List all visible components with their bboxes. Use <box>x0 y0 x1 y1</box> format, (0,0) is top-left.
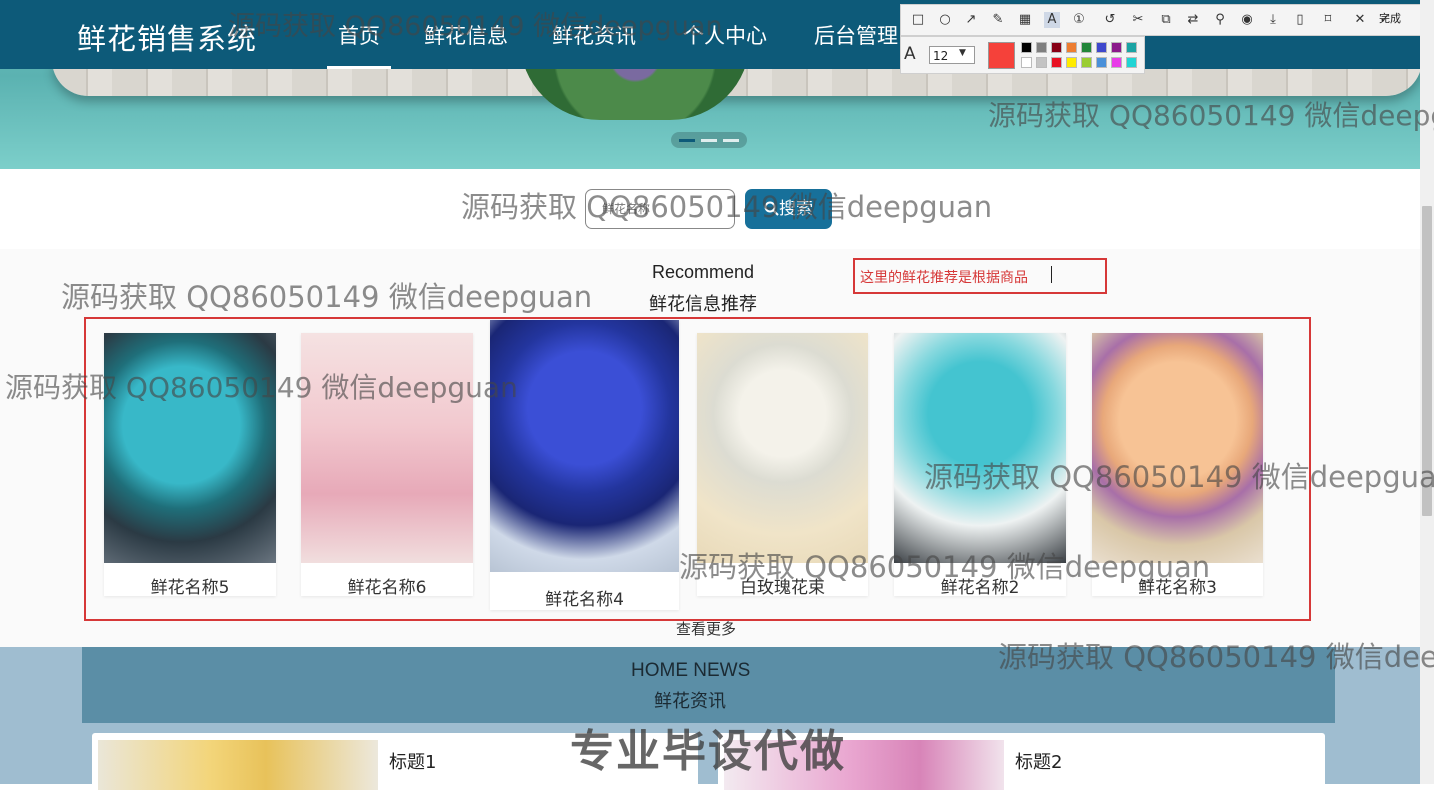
nav-item-home[interactable]: 首页 <box>338 20 380 50</box>
palette-color-swatch[interactable] <box>1036 42 1047 53</box>
nav-item-admin[interactable]: 后台管理 <box>814 20 898 50</box>
long-screenshot-icon[interactable]: ▯ <box>1292 12 1308 28</box>
recommend-title-cn: 鲜花信息推荐 <box>649 294 757 315</box>
cut-icon[interactable]: ✂ <box>1130 12 1146 28</box>
nav-item-personal-center[interactable]: 个人中心 <box>683 20 767 50</box>
palette-color-swatch[interactable] <box>1021 42 1032 53</box>
palette-color-swatch[interactable] <box>1051 57 1062 68</box>
view-more-link[interactable]: 查看更多 <box>676 618 736 639</box>
news-title-en: HOME NEWS <box>631 660 751 681</box>
font-size-select[interactable]: 12 <box>929 46 975 64</box>
pin-icon[interactable]: ⚲ <box>1212 12 1228 28</box>
ellipse-icon[interactable]: ○ <box>937 12 953 28</box>
news-title-cn: 鲜花资讯 <box>654 691 726 712</box>
number-icon[interactable]: ① <box>1071 12 1087 28</box>
palette-color-swatch[interactable] <box>1126 42 1137 53</box>
record-icon[interactable]: ◉ <box>1239 12 1255 28</box>
palette-color-swatch[interactable] <box>1126 57 1137 68</box>
bookmark-icon[interactable]: ⌑ <box>1320 12 1336 28</box>
recommend-title-en: Recommend <box>652 262 755 282</box>
rectangle-icon[interactable]: □ <box>910 12 926 28</box>
annotation-rectangle <box>84 317 1311 621</box>
palette-color-swatch[interactable] <box>1096 42 1107 53</box>
scrollbar-thumb[interactable] <box>1422 206 1432 516</box>
palette-color-swatch[interactable] <box>1021 57 1032 68</box>
translate-icon[interactable]: ⇄ <box>1185 12 1201 28</box>
palette-color-swatch[interactable] <box>1111 42 1122 53</box>
site-brand[interactable]: 鲜花销售系统 <box>77 16 257 58</box>
carousel-dot-1[interactable] <box>679 139 695 142</box>
search-button-label: 搜索 <box>779 199 813 219</box>
palette-color-swatch[interactable] <box>1081 57 1092 68</box>
undo-icon[interactable]: ↺ <box>1102 12 1118 28</box>
current-color-swatch[interactable] <box>988 42 1015 69</box>
font-size-icon: A <box>904 44 916 64</box>
mosaic-icon[interactable]: ▦ <box>1017 12 1033 28</box>
news-image <box>98 740 378 790</box>
text-tool-icon[interactable]: A <box>1044 12 1060 28</box>
cancel-icon[interactable]: ✕ <box>1352 12 1368 28</box>
done-label[interactable]: 完成 <box>1379 10 1401 26</box>
chevron-down-icon[interactable]: ▼ <box>959 48 966 58</box>
palette-color-swatch[interactable] <box>1111 57 1122 68</box>
news-item-title[interactable]: 标题2 <box>1015 748 1062 774</box>
arrow-icon[interactable]: ↗ <box>963 12 979 28</box>
annotation-text[interactable]: 这里的鲜花推荐是根据商品 <box>860 267 1028 287</box>
palette-color-swatch[interactable] <box>1051 42 1062 53</box>
palette-color-swatch[interactable] <box>1066 57 1077 68</box>
palette-color-swatch[interactable] <box>1081 42 1092 53</box>
nav-item-flower-info[interactable]: 鲜花信息 <box>424 20 508 50</box>
palette-color-swatch[interactable] <box>1036 57 1047 68</box>
palette-color-swatch[interactable] <box>1096 57 1107 68</box>
carousel-dot-3[interactable] <box>723 139 739 142</box>
download-icon[interactable]: ⤓ <box>1265 12 1281 28</box>
news-item-title[interactable]: 标题1 <box>389 748 436 774</box>
text-caret <box>1051 266 1052 283</box>
pen-icon[interactable]: ✎ <box>990 12 1006 28</box>
search-button[interactable]: 搜索 <box>745 189 832 229</box>
search-text-field[interactable] <box>600 201 724 217</box>
carousel-dot-2[interactable] <box>701 139 717 142</box>
palette-color-swatch[interactable] <box>1066 42 1077 53</box>
nav-item-flower-news[interactable]: 鲜花资讯 <box>552 20 636 50</box>
search-input[interactable] <box>585 189 735 229</box>
copy-text-icon[interactable]: ⧉ <box>1158 12 1174 28</box>
news-image <box>724 740 1004 790</box>
nav-active-indicator <box>327 66 391 69</box>
search-icon <box>764 201 779 216</box>
